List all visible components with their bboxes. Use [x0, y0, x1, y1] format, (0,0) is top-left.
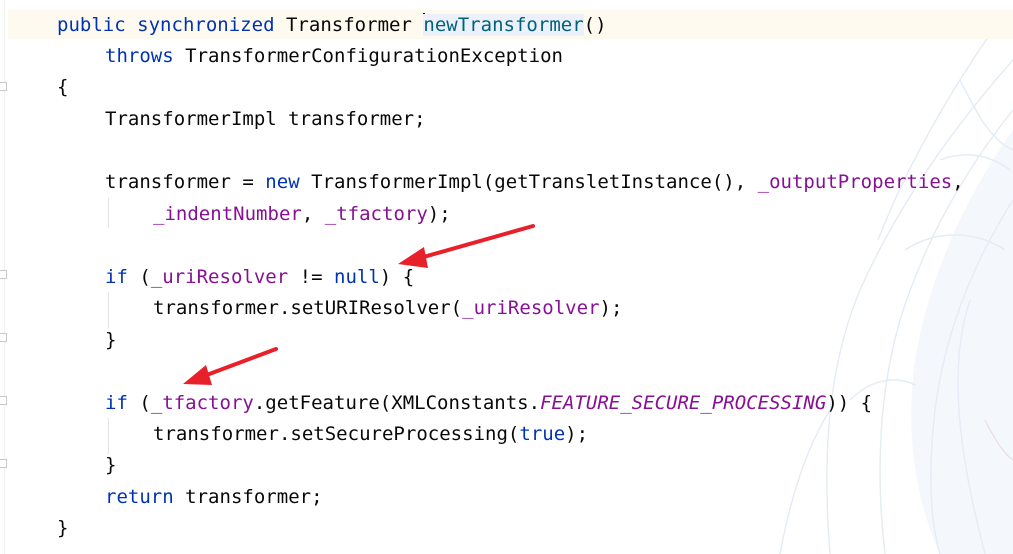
code-line[interactable]: }: [105, 325, 116, 355]
code-token: public synchronized: [57, 14, 275, 36]
red-arrow-icon: [398, 224, 535, 268]
code-token: null: [334, 266, 380, 288]
code-token: _indentNumber: [153, 203, 302, 225]
code-token: TransformerImpl(getTransletInstance(),: [299, 171, 758, 193]
code-token: !=: [288, 266, 334, 288]
fold-marker-icon[interactable]: [0, 333, 7, 342]
code-token: newTransformer: [423, 14, 584, 36]
code-line[interactable]: transformer.setSecureProcessing(true);: [153, 419, 588, 449]
code-line[interactable]: }: [105, 450, 116, 480]
code-token: FEATURE_SECURE_PROCESSING: [540, 392, 827, 414]
indent-guide: [108, 292, 109, 328]
fold-marker-icon[interactable]: [0, 82, 7, 91]
code-token: ) {: [379, 266, 415, 288]
code-line[interactable]: return transformer;: [105, 482, 323, 512]
code-token: )) {: [826, 392, 873, 414]
code-token: _uriResolver: [462, 297, 600, 319]
code-token: TransformerImpl transformer;: [105, 108, 426, 130]
code-line[interactable]: transformer = new TransformerImpl(getTra…: [105, 167, 964, 197]
code-token: return: [105, 486, 174, 508]
code-token: TransformerConfigurationException: [173, 45, 563, 67]
code-token: );: [565, 423, 589, 445]
code-line[interactable]: public synchronized Transformer newTrans…: [57, 10, 607, 40]
code-token: (: [127, 392, 151, 414]
indent-guide: [108, 198, 109, 228]
code-line[interactable]: transformer.setURIResolver(_uriResolver)…: [153, 293, 622, 323]
fold-marker-icon[interactable]: [0, 270, 7, 279]
code-token: Transformer: [274, 14, 424, 36]
code-token: (): [583, 14, 607, 36]
code-token: );: [427, 203, 451, 225]
code-line[interactable]: {: [57, 72, 68, 102]
code-token: new: [265, 171, 300, 193]
code-token: transformer;: [173, 486, 323, 508]
code-editor[interactable]: public synchronized Transformer newTrans…: [0, 0, 1013, 554]
code-token: }: [105, 454, 117, 476]
code-line[interactable]: _indentNumber, _tfactory);: [153, 199, 451, 229]
code-token: (: [127, 266, 151, 288]
code-line[interactable]: throws TransformerConfigurationException: [105, 41, 563, 71]
indent-guide: [108, 418, 109, 454]
code-token: _uriResolver: [150, 266, 289, 288]
code-token: .getFeature(XMLConstants.: [253, 392, 541, 414]
red-arrow-icon: [183, 347, 278, 385]
code-line[interactable]: if (_tfactory.getFeature(XMLConstants.FE…: [105, 388, 872, 418]
code-token: transformer.setSecureProcessing(: [153, 423, 520, 445]
code-token: if: [105, 266, 128, 288]
code-token: _outputProperties: [757, 171, 953, 193]
fold-marker-icon[interactable]: [0, 396, 7, 405]
code-token: }: [57, 517, 69, 539]
fold-marker-icon[interactable]: [0, 459, 7, 468]
code-token: transformer =: [105, 171, 266, 193]
code-token: throws: [105, 45, 174, 67]
code-line[interactable]: }: [57, 513, 68, 543]
code-token: _tfactory: [324, 203, 428, 225]
code-line[interactable]: if (_uriResolver != null) {: [105, 262, 414, 292]
code-token: ,: [952, 171, 964, 193]
code-token: true: [519, 423, 566, 445]
code-token: _tfactory: [150, 392, 254, 414]
code-token: }: [105, 329, 117, 351]
code-token: );: [599, 297, 623, 319]
code-token: {: [57, 76, 69, 98]
code-token: transformer.setURIResolver(: [153, 297, 463, 319]
code-token: ,: [301, 203, 325, 225]
code-line[interactable]: TransformerImpl transformer;: [105, 104, 426, 134]
code-token: if: [105, 392, 128, 414]
